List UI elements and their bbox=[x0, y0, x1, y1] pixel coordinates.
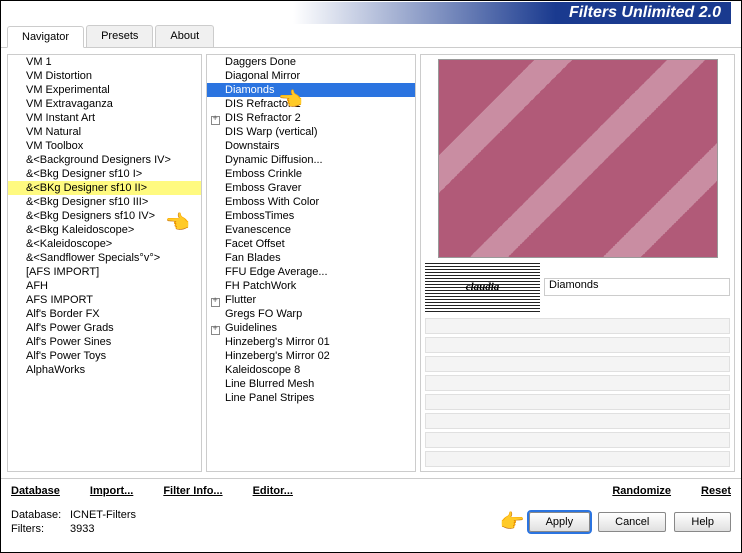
slider-row bbox=[425, 375, 730, 391]
list-item[interactable]: Emboss Graver bbox=[207, 181, 415, 195]
list-item[interactable]: VM Toolbox bbox=[8, 139, 201, 153]
slider-row bbox=[425, 318, 730, 334]
slider-row bbox=[425, 413, 730, 429]
list-item[interactable]: Diamonds bbox=[207, 83, 415, 97]
list-item[interactable]: Line Blurred Mesh bbox=[207, 377, 415, 391]
list-item[interactable]: &<Bkg Designer sf10 I> bbox=[8, 167, 201, 181]
list-item[interactable]: Emboss Crinkle bbox=[207, 167, 415, 181]
randomize-link[interactable]: Randomize bbox=[612, 485, 671, 497]
slider-row bbox=[425, 337, 730, 353]
right-panel: claudia Diamonds bbox=[420, 54, 735, 472]
list-item[interactable]: &<Sandflower Specials°v°> bbox=[8, 251, 201, 265]
list-item[interactable]: FH PatchWork bbox=[207, 279, 415, 293]
list-item[interactable]: &<Bkg Designer sf10 III> bbox=[8, 195, 201, 209]
filter-info-link[interactable]: Filter Info... bbox=[163, 485, 222, 497]
pointer-hand-icon: 👉 bbox=[500, 509, 525, 534]
list-item[interactable]: FFU Edge Average... bbox=[207, 265, 415, 279]
list-item[interactable]: Flutter bbox=[207, 293, 415, 307]
list-item[interactable]: Evanescence bbox=[207, 223, 415, 237]
list-item[interactable]: &<Bkg Designers sf10 IV> bbox=[8, 209, 201, 223]
list-item[interactable]: AFH bbox=[8, 279, 201, 293]
list-item[interactable]: Facet Offset bbox=[207, 237, 415, 251]
slider-area bbox=[425, 318, 730, 467]
filter-list-panel: 👉 Daggers DoneDiagonal MirrorDiamondsDIS… bbox=[206, 54, 416, 472]
list-item[interactable]: Kaleidoscope 8 bbox=[207, 363, 415, 377]
slider-row bbox=[425, 451, 730, 467]
preview-image bbox=[438, 59, 718, 258]
footer: Database: ICNET-Filters Filters: 3933 👉 … bbox=[1, 503, 741, 541]
preset-name-field[interactable]: Diamonds bbox=[544, 278, 730, 296]
filter-list[interactable]: Daggers DoneDiagonal MirrorDiamondsDIS R… bbox=[207, 55, 415, 471]
app-title: Filters Unlimited 2.0 bbox=[293, 2, 731, 24]
main-content: 👉 VM 1VM DistortionVM ExperimentalVM Ext… bbox=[1, 48, 741, 478]
list-item[interactable]: Diagonal Mirror bbox=[207, 69, 415, 83]
list-item[interactable]: VM Extravaganza bbox=[8, 97, 201, 111]
list-item[interactable]: Alf's Power Sines bbox=[8, 335, 201, 349]
list-item[interactable]: VM Distortion bbox=[8, 69, 201, 83]
slider-row bbox=[425, 432, 730, 448]
list-item[interactable]: [AFS IMPORT] bbox=[8, 265, 201, 279]
list-item[interactable]: AlphaWorks bbox=[8, 363, 201, 377]
list-item[interactable]: AFS IMPORT bbox=[8, 293, 201, 307]
cancel-button[interactable]: Cancel bbox=[598, 512, 666, 532]
author-logo: claudia bbox=[425, 262, 540, 312]
list-item[interactable]: EmbossTimes bbox=[207, 209, 415, 223]
bottom-bar-left: Database Import... Filter Info... Editor… bbox=[11, 485, 293, 497]
list-item[interactable]: VM Experimental bbox=[8, 83, 201, 97]
bottom-bar-right: Randomize Reset bbox=[612, 485, 731, 497]
category-list-panel: 👉 VM 1VM DistortionVM ExperimentalVM Ext… bbox=[7, 54, 202, 472]
tab-presets[interactable]: Presets bbox=[86, 25, 153, 47]
footer-buttons: 👉 Apply Cancel Help bbox=[500, 509, 731, 534]
list-item[interactable]: Downstairs bbox=[207, 139, 415, 153]
title-bar: Filters Unlimited 2.0 bbox=[1, 1, 741, 25]
footer-info: Database: ICNET-Filters Filters: 3933 bbox=[11, 509, 136, 535]
list-item[interactable]: Alf's Power Grads bbox=[8, 321, 201, 335]
reset-link[interactable]: Reset bbox=[701, 485, 731, 497]
list-item[interactable]: &<Kaleidoscope> bbox=[8, 237, 201, 251]
tab-navigator[interactable]: Navigator bbox=[7, 26, 84, 48]
preset-row: claudia Diamonds bbox=[425, 262, 730, 312]
list-item[interactable]: Fan Blades bbox=[207, 251, 415, 265]
list-item[interactable]: VM Natural bbox=[8, 125, 201, 139]
list-item[interactable]: Guidelines bbox=[207, 321, 415, 335]
apply-button[interactable]: Apply bbox=[529, 512, 591, 532]
editor-link[interactable]: Editor... bbox=[253, 485, 293, 497]
list-item[interactable]: Emboss With Color bbox=[207, 195, 415, 209]
list-item[interactable]: Dynamic Diffusion... bbox=[207, 153, 415, 167]
tab-row: Navigator Presets About bbox=[1, 25, 741, 48]
database-link[interactable]: Database bbox=[11, 485, 60, 497]
list-item[interactable]: Alf's Border FX bbox=[8, 307, 201, 321]
list-item[interactable]: Alf's Power Toys bbox=[8, 349, 201, 363]
list-item[interactable]: Gregs FO Warp bbox=[207, 307, 415, 321]
list-item[interactable]: VM 1 bbox=[8, 55, 201, 69]
tab-about[interactable]: About bbox=[155, 25, 214, 47]
list-item[interactable]: &<BKg Designer sf10 II> bbox=[8, 181, 201, 195]
import-link[interactable]: Import... bbox=[90, 485, 133, 497]
slider-row bbox=[425, 394, 730, 410]
category-list[interactable]: VM 1VM DistortionVM ExperimentalVM Extra… bbox=[8, 55, 201, 471]
list-item[interactable]: DIS Refractor 2 bbox=[207, 111, 415, 125]
db-label: Database: bbox=[11, 509, 66, 521]
list-item[interactable]: Hinzeberg's Mirror 02 bbox=[207, 349, 415, 363]
list-item[interactable]: &<Background Designers IV> bbox=[8, 153, 201, 167]
list-item[interactable]: DIS Refractor 1 bbox=[207, 97, 415, 111]
bottom-bar: Database Import... Filter Info... Editor… bbox=[1, 478, 741, 503]
filters-value: 3933 bbox=[70, 523, 94, 535]
list-item[interactable]: Daggers Done bbox=[207, 55, 415, 69]
list-item[interactable]: &<Bkg Kaleidoscope> bbox=[8, 223, 201, 237]
slider-row bbox=[425, 356, 730, 372]
filters-label: Filters: bbox=[11, 523, 66, 535]
list-item[interactable]: VM Instant Art bbox=[8, 111, 201, 125]
list-item[interactable]: Line Panel Stripes bbox=[207, 391, 415, 405]
help-button[interactable]: Help bbox=[674, 512, 731, 532]
list-item[interactable]: Hinzeberg's Mirror 01 bbox=[207, 335, 415, 349]
db-value: ICNET-Filters bbox=[70, 509, 136, 521]
list-item[interactable]: DIS Warp (vertical) bbox=[207, 125, 415, 139]
